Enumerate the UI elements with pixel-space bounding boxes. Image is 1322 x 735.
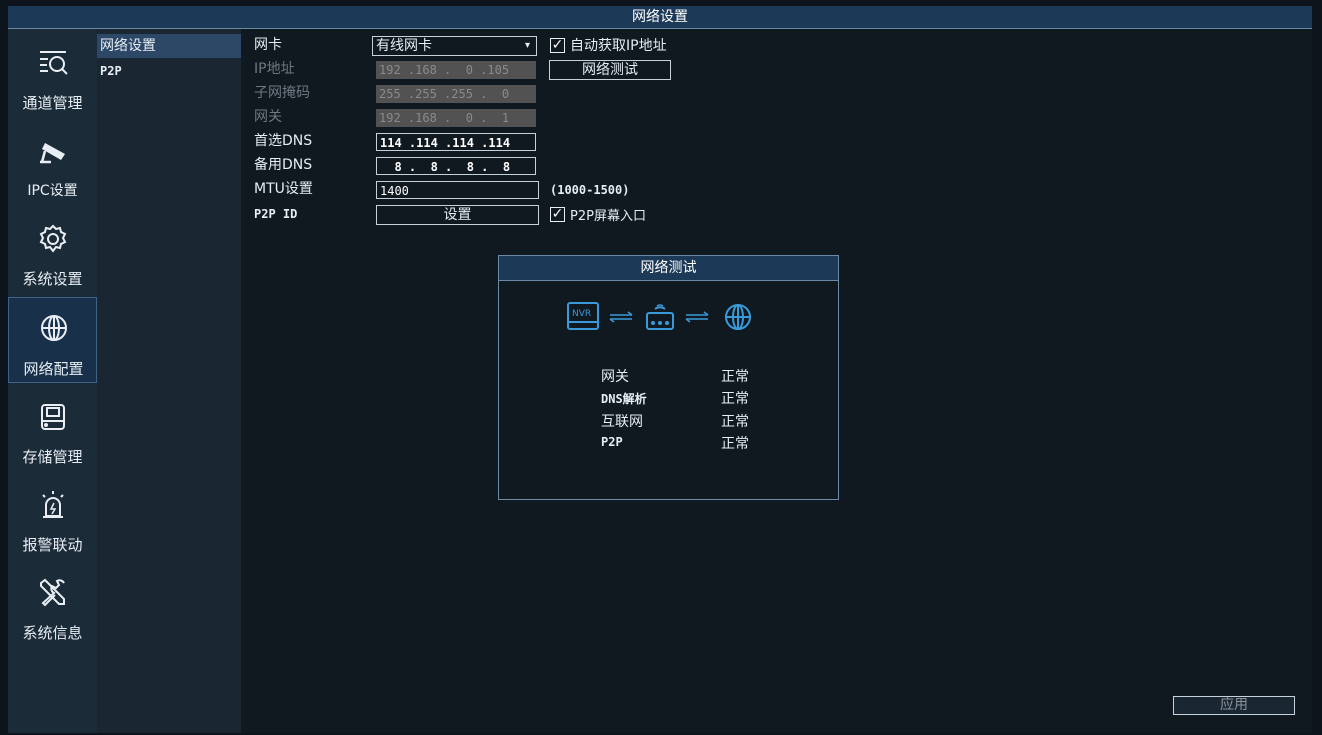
sidebar-item-label: 报警联动 xyxy=(22,536,83,554)
sidebar-item-label: IPC设置 xyxy=(27,183,78,199)
arrows-icon xyxy=(685,311,709,323)
camera-icon xyxy=(40,143,65,164)
sidebar: 通道管理 IPC设置 系统设置 网络配置 存储管理 报警联动 系统信息 xyxy=(8,29,97,733)
sidebar-item-info[interactable]: 系统信息 xyxy=(8,567,97,651)
dns1-field[interactable]: 114 .114 .114 .114 xyxy=(376,133,536,151)
ip-label: IP地址 xyxy=(254,61,295,77)
auto-ip-checkbox[interactable]: ✓ xyxy=(550,38,565,53)
nic-label: 网卡 xyxy=(254,37,282,53)
nic-select-value: 有线网卡 xyxy=(376,38,432,54)
hard-drive-icon xyxy=(41,404,65,430)
result-name: 互联网 xyxy=(601,414,643,430)
result-status: 正常 xyxy=(721,391,749,407)
mtu-field[interactable]: 1400 xyxy=(376,181,539,199)
result-name: 网关 xyxy=(601,369,629,385)
p2p-screen-label: P2P屏幕入口 xyxy=(570,209,646,224)
gateway-field[interactable]: 192 .168 . 0 . 1 xyxy=(376,109,536,127)
subnav-item-p2p[interactable]: P2P xyxy=(97,59,241,83)
subnav-item-network-settings[interactable]: 网络设置 xyxy=(97,34,241,58)
mtu-range: (1000-1500) xyxy=(550,183,630,197)
network-test-button[interactable]: 网络测试 xyxy=(549,60,671,80)
router-icon xyxy=(646,304,674,330)
window-title: 网络设置 xyxy=(8,6,1312,29)
globe-icon xyxy=(725,304,751,330)
subnav: 网络设置 P2P xyxy=(97,29,241,733)
network-test-dialog: 网络测试 NVR 网关 正常 DNS解析 正常 互联网 正常 P2P 正常 xyxy=(498,255,839,500)
gateway-label: 网关 xyxy=(254,109,282,125)
nic-select[interactable]: 有线网卡 ▾ xyxy=(372,36,537,56)
chevron-down-icon: ▾ xyxy=(524,40,530,51)
sidebar-item-storage[interactable]: 存储管理 xyxy=(8,391,97,475)
nvr-label: NVR xyxy=(572,309,591,319)
sidebar-item-channel[interactable]: 通道管理 xyxy=(8,37,97,121)
mask-field[interactable]: 255 .255 .255 . 0 xyxy=(376,85,536,103)
result-name: DNS解析 xyxy=(601,392,647,406)
dns1-label: 首选DNS xyxy=(254,133,313,149)
sidebar-item-system[interactable]: 系统设置 xyxy=(8,213,97,297)
sidebar-item-label: 系统设置 xyxy=(22,270,83,288)
result-name: P2P xyxy=(601,435,623,449)
network-path-diagram: NVR xyxy=(567,302,751,330)
mtu-label: MTU设置 xyxy=(254,181,313,197)
auto-ip-label: 自动获取IP地址 xyxy=(570,38,667,54)
result-status: 正常 xyxy=(721,436,749,452)
p2p-id-label: P2P ID xyxy=(254,207,298,221)
sidebar-item-label: 网络配置 xyxy=(23,360,84,378)
result-status: 正常 xyxy=(721,369,749,385)
tools-icon xyxy=(40,578,65,607)
p2p-screen-checkbox[interactable]: ✓ xyxy=(550,207,565,222)
gear-icon xyxy=(39,224,67,253)
globe-icon xyxy=(41,315,67,341)
window: 网络设置 通道管理 IPC设置 系统设置 网络配置 存储管理 报警联动 系统信息… xyxy=(8,6,1312,733)
apply-button[interactable]: 应用 xyxy=(1173,696,1295,715)
sidebar-item-alarm[interactable]: 报警联动 xyxy=(8,479,97,563)
nvr-icon: NVR xyxy=(567,302,599,330)
sidebar-item-label: 存储管理 xyxy=(22,448,83,466)
p2p-id-settings-button[interactable]: 设置 xyxy=(376,205,539,225)
sidebar-item-network[interactable]: 网络配置 xyxy=(8,297,97,383)
sidebar-item-label: 系统信息 xyxy=(22,624,83,642)
dns2-label: 备用DNS xyxy=(254,157,313,173)
channel-search-icon xyxy=(40,51,68,75)
dns2-field[interactable]: 8 . 8 . 8 . 8 xyxy=(376,157,536,175)
main-panel: 网卡 有线网卡 ▾ ✓ 自动获取IP地址 IP地址 192 .168 . 0 .… xyxy=(241,29,1312,733)
arrows-icon xyxy=(609,311,633,323)
result-status: 正常 xyxy=(721,414,749,430)
sidebar-item-ipc[interactable]: IPC设置 xyxy=(8,125,97,209)
alarm-icon xyxy=(42,491,64,518)
mask-label: 子网掩码 xyxy=(254,85,310,101)
dialog-title: 网络测试 xyxy=(499,256,838,281)
sidebar-item-label: 通道管理 xyxy=(22,94,83,112)
ip-field[interactable]: 192 .168 . 0 .105 xyxy=(376,61,536,79)
